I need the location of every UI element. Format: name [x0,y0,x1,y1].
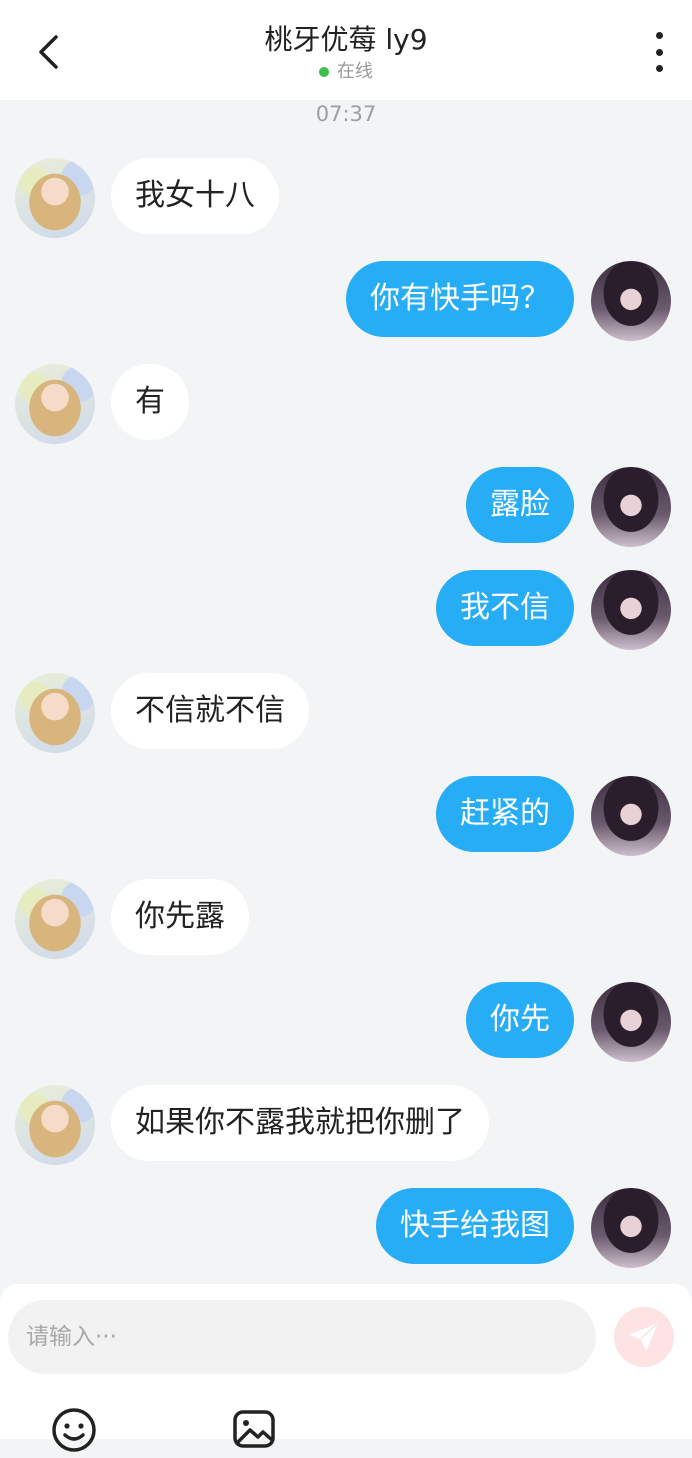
outgoing-message[interactable]: 我不信 [436,570,574,646]
incoming-message[interactable]: 我女十八 [111,158,279,234]
outgoing-message[interactable]: 赶紧的 [436,776,574,852]
more-dot-icon [655,32,663,39]
incoming-message[interactable]: 如果你不露我就把你删了 [111,1085,489,1161]
outgoing-message[interactable]: 快手给我图 [376,1188,574,1264]
my-avatar[interactable] [591,1188,671,1268]
emoji-icon [52,1408,96,1452]
image-button[interactable] [230,1406,278,1454]
outgoing-message[interactable]: 露脸 [466,467,574,543]
incoming-message[interactable]: 有 [111,364,189,440]
online-status: 在线 [319,60,373,84]
contact-name: 桃牙优莓 ly9 [264,23,428,56]
outgoing-message[interactable]: 你先 [466,982,574,1058]
contact-avatar[interactable] [15,364,95,444]
contact-avatar[interactable] [15,879,95,959]
composer-bar: 请输入··· [0,1284,692,1452]
my-avatar[interactable] [591,982,671,1062]
incoming-message[interactable]: 你先露 [111,879,249,955]
online-dot-icon [319,67,329,77]
contact-avatar[interactable] [15,673,95,753]
emoji-button[interactable] [50,1406,98,1454]
chat-header: 桃牙优莓 ly9 在线 [0,0,692,100]
my-avatar[interactable] [591,570,671,650]
more-options-button[interactable] [646,32,672,72]
send-icon [630,1323,658,1351]
my-avatar[interactable] [591,776,671,856]
message-input[interactable]: 请输入··· [8,1300,596,1374]
image-icon [233,1410,275,1448]
message-timestamp: 07:37 [315,102,377,126]
contact-avatar[interactable] [15,1085,95,1165]
my-avatar[interactable] [591,467,671,547]
status-label: 在线 [337,61,373,82]
outgoing-message[interactable]: 你有快手吗？ [346,261,574,337]
incoming-message[interactable]: 不信就不信 [111,673,309,749]
more-dot-icon [655,65,663,72]
my-avatar[interactable] [591,261,671,341]
more-dot-icon [655,48,663,56]
contact-avatar[interactable] [15,158,95,238]
send-button[interactable] [614,1307,674,1367]
